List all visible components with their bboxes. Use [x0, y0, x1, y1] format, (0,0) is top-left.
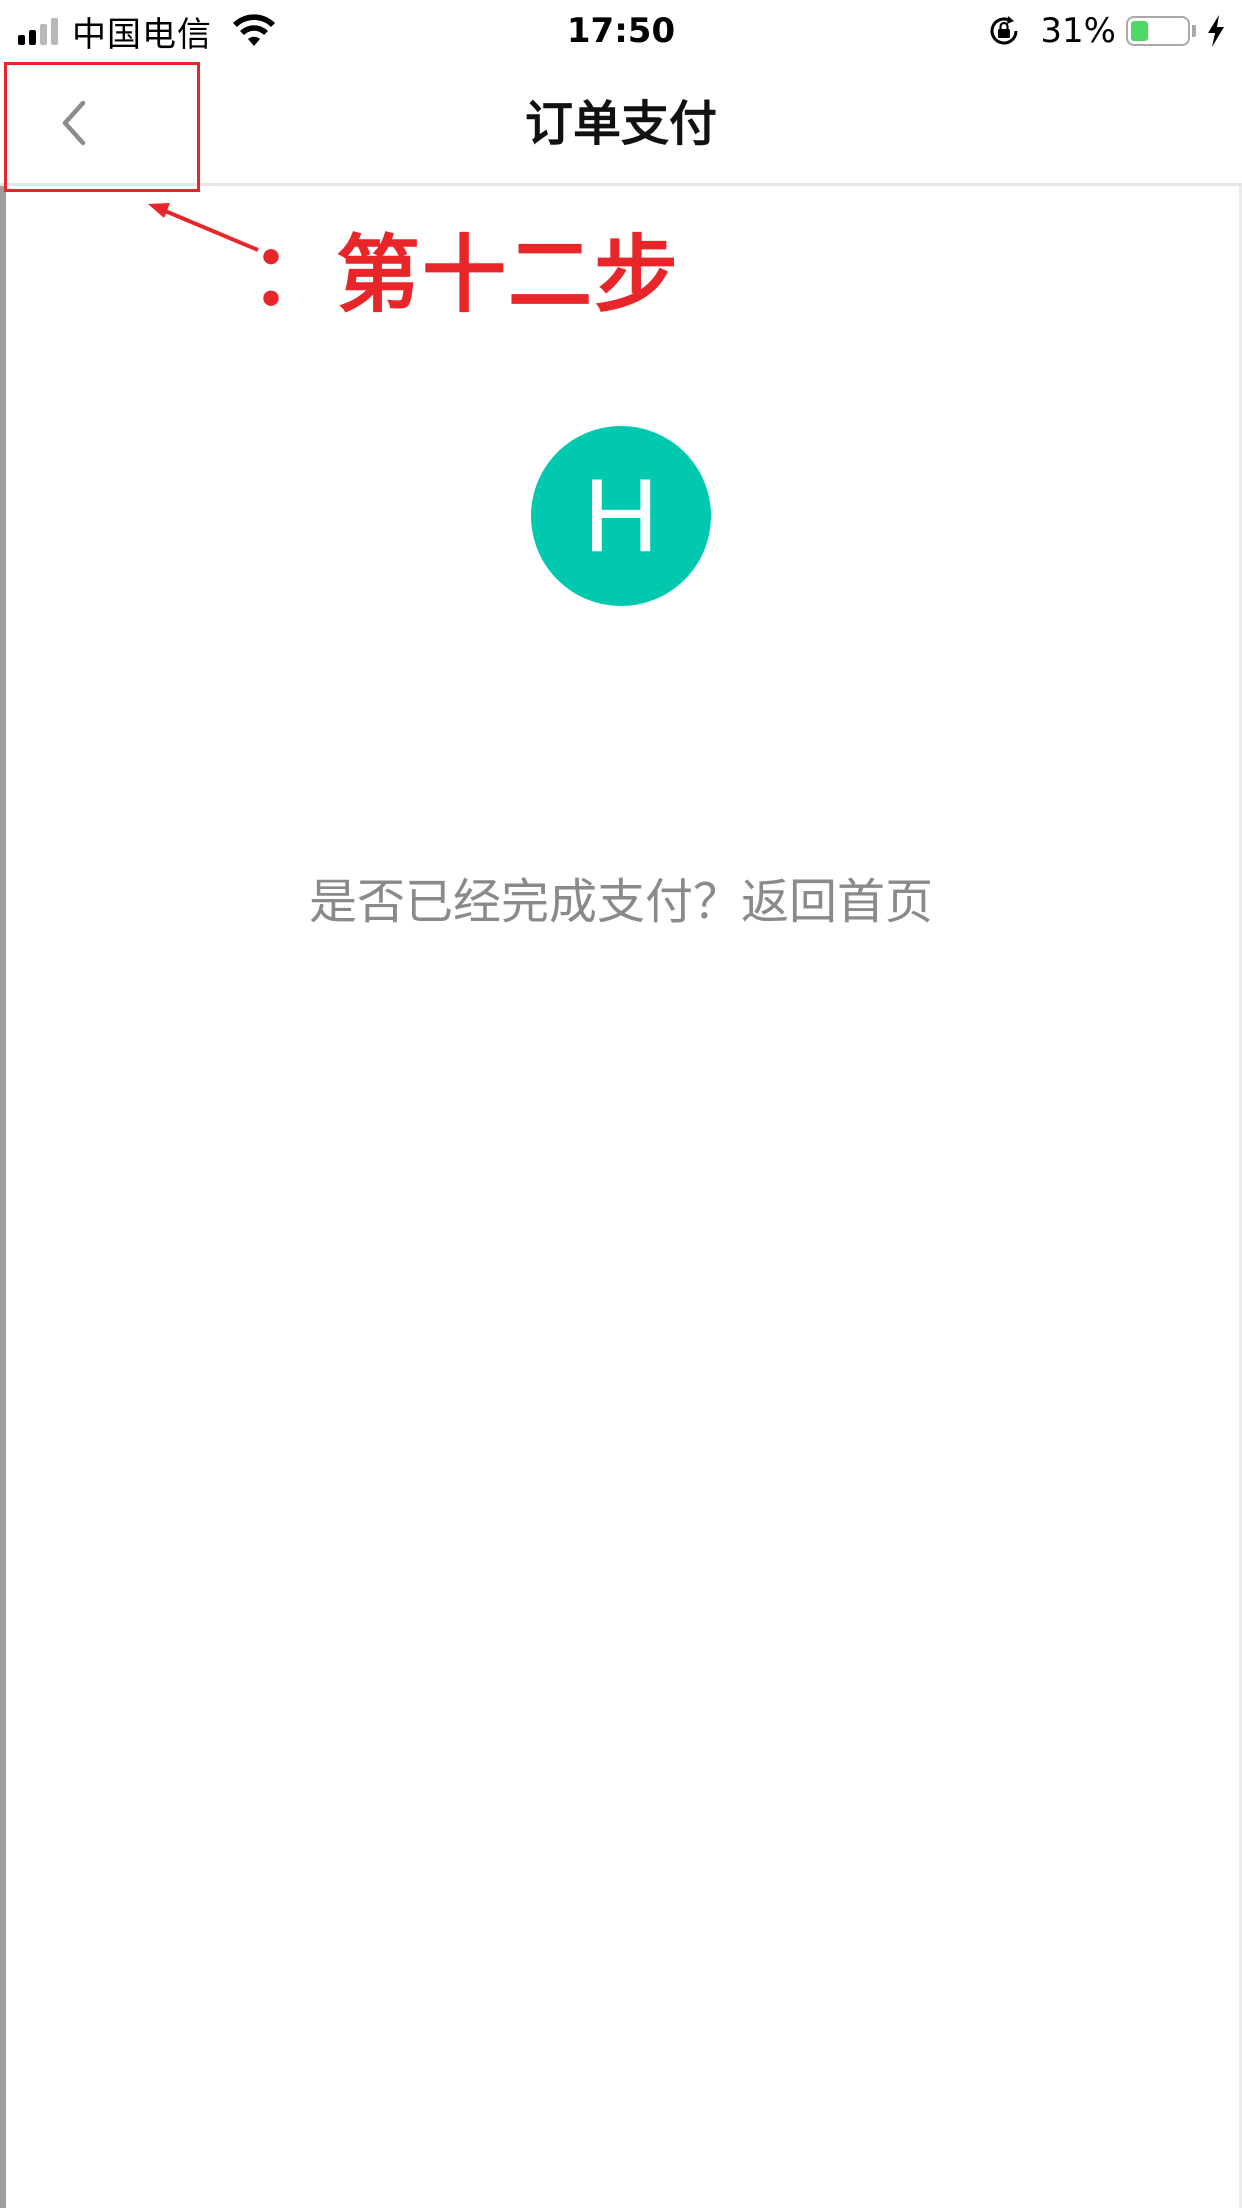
rotation-lock-icon	[990, 16, 1018, 45]
battery-percent: 31%	[1040, 11, 1116, 51]
status-left: 中国电信	[18, 8, 276, 55]
signal-icon	[18, 17, 58, 45]
left-edge-divider	[0, 186, 6, 2208]
battery-cap	[1192, 25, 1196, 37]
charging-bolt-icon	[1208, 15, 1224, 47]
wifi-icon	[233, 14, 275, 46]
status-right: 31%	[986, 8, 1226, 54]
avatar-letter: H	[583, 457, 659, 574]
avatar: H	[531, 426, 711, 606]
battery-icon	[1126, 16, 1190, 46]
battery-fill	[1131, 21, 1148, 41]
carrier-name: 中国电信	[72, 14, 212, 55]
annotation-highlight-box	[4, 62, 200, 192]
status-bar: 中国电信 17:50 31%	[0, 0, 1242, 62]
annotation-step-label: ：第十二步	[250, 226, 681, 324]
payment-question-link[interactable]: 是否已经完成支付？返回首页	[0, 862, 1242, 932]
